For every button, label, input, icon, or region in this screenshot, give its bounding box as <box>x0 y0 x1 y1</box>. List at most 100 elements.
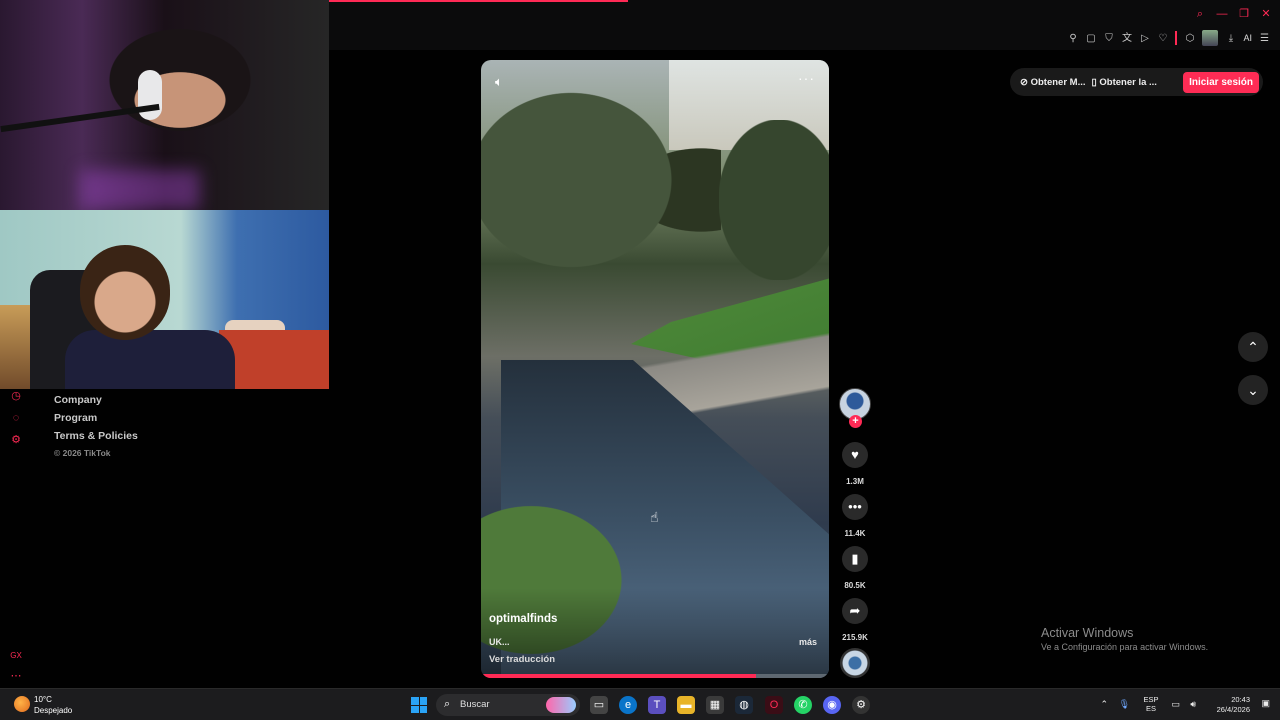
follow-plus-icon[interactable]: + <box>849 415 862 428</box>
download-icon[interactable]: ⤓ <box>1225 33 1236 44</box>
video-author[interactable]: optimalfinds <box>489 613 557 625</box>
screen: ⌕ — ❐ ✕ ⚲ ▢ ⛉ 文 ▷ ♡ ⬡ ⤓ AI ☰ ◷ ◌ ⚙ GX ⋯ … <box>0 0 1280 720</box>
more-icon[interactable]: ⋯ <box>10 670 22 682</box>
weather-icon[interactable] <box>14 696 30 712</box>
rgb-light <box>80 170 200 210</box>
language-indicator[interactable]: ESP ES <box>1140 695 1162 713</box>
search-placeholder: Buscar <box>460 699 490 710</box>
network-icon[interactable]: ▭ <box>1171 699 1180 710</box>
music-disc[interactable] <box>840 648 870 678</box>
volume-icon[interactable]: 🔈︎ <box>495 74 503 90</box>
video-trees-right <box>719 120 829 280</box>
task-view-icon[interactable]: ▭ <box>590 696 608 714</box>
search-highlight-image <box>546 697 576 713</box>
video-trees <box>481 60 721 310</box>
microphone-icon[interactable]: 🎙︎ <box>1119 699 1130 710</box>
like-heart-icon[interactable]: ♥ <box>842 442 868 468</box>
edge-icon[interactable]: e <box>619 696 637 714</box>
clock-icon[interactable]: ◷ <box>10 390 22 402</box>
pin-icon[interactable]: ⚲ <box>1067 33 1078 44</box>
mouse-cursor-icon: ☝︎ <box>650 509 659 525</box>
whatsapp-icon[interactable]: ✆ <box>794 696 812 714</box>
person-jacket <box>65 330 235 389</box>
clock-time: 20:43 <box>1231 695 1250 704</box>
heart-icon[interactable]: ♡ <box>1157 33 1168 44</box>
login-button[interactable]: Iniciar sesión <box>1183 71 1259 93</box>
restore-icon[interactable]: ❐ <box>1238 8 1250 20</box>
teams-icon[interactable]: T <box>648 696 666 714</box>
activation-title: Activar Windows <box>1041 626 1134 640</box>
start-button-icon[interactable] <box>411 697 427 713</box>
terms-link[interactable]: Terms & Policies <box>54 430 138 442</box>
bookmark-icon[interactable]: ▮ <box>842 546 868 572</box>
video-caption: UK... <box>489 637 510 647</box>
shield-icon[interactable]: ⛉ <box>1103 33 1114 44</box>
microphone-arm <box>0 103 160 133</box>
menu-icon[interactable]: ☰ <box>1259 33 1270 44</box>
windows-activation-watermark: Activar Windows Ve a Configuración para … <box>1041 626 1208 652</box>
file-explorer-icon[interactable]: ▬ <box>677 696 695 714</box>
translate-icon[interactable]: 文 <box>1121 33 1132 44</box>
search-icon: ⌕ <box>444 698 451 710</box>
opera-gx-icon[interactable]: O <box>765 696 783 714</box>
language-bottom: ES <box>1145 704 1156 713</box>
video-progress-bar[interactable] <box>481 674 829 678</box>
more-options-icon[interactable]: ··· <box>798 70 815 86</box>
bed <box>219 330 329 389</box>
get-desktop-button[interactable]: ▯ Obtener la ... <box>1092 77 1157 88</box>
clock[interactable]: 20:43 26/4/2026 <box>1202 695 1250 715</box>
caption-more-link[interactable]: más <box>799 637 817 647</box>
copyright-text: © 2026 TikTok <box>54 448 111 458</box>
activation-subtitle: Ve a Configuración para activar Windows. <box>1041 642 1209 652</box>
close-icon[interactable]: ✕ <box>1260 8 1272 20</box>
extension-icon[interactable]: ⬡ <box>1184 33 1195 44</box>
play-icon[interactable]: ▷ <box>1139 33 1150 44</box>
steam-icon[interactable]: ◍ <box>735 696 753 714</box>
settings-app-icon[interactable]: ⚙ <box>852 696 870 714</box>
minimize-icon[interactable]: — <box>1216 8 1228 20</box>
clock-date: 26/4/2026 <box>1216 705 1250 714</box>
video-progress-fill <box>481 674 756 678</box>
discord-icon[interactable]: ◉ <box>823 696 841 714</box>
like-count: 1.3M <box>846 477 864 486</box>
previous-video-button[interactable]: ⌃ <box>1238 332 1268 362</box>
webcam-streamer-bottom <box>0 210 329 389</box>
see-translation-link[interactable]: Ver traducción <box>489 654 555 665</box>
extensions-toolbar: ⚲ ▢ ⛉ 文 ▷ ♡ ⬡ ⤓ AI ☰ <box>1067 30 1270 46</box>
window-controls: ⌕ — ❐ ✕ <box>1194 8 1272 20</box>
header-actions: ⊘ Obtener M... ▯ Obtener la ... Iniciar … <box>1010 68 1263 96</box>
windows-taskbar: 10°C Despejado ⌕ Buscar ▭ e T ▬ ▦ ◍ O ✆ … <box>0 688 1280 720</box>
weather-temperature: 10°C <box>34 695 52 704</box>
profile-avatar[interactable] <box>1202 30 1219 46</box>
share-count: 215.9K <box>842 633 868 642</box>
comment-icon[interactable]: ••• <box>842 494 868 520</box>
store-icon[interactable]: ▦ <box>706 696 724 714</box>
language-top: ESP <box>1143 695 1159 704</box>
headphones <box>138 70 162 120</box>
crop-icon[interactable]: ▢ <box>1085 33 1096 44</box>
comment-count: 11.4K <box>844 529 866 538</box>
notification-icon[interactable]: ▣ <box>1261 698 1270 709</box>
ai-button[interactable]: AI <box>1243 33 1252 44</box>
share-icon[interactable]: ➦ <box>842 598 868 624</box>
volume-tray-icon[interactable]: 🔊︎ <box>1190 699 1196 710</box>
get-app-button[interactable]: ⊘ Obtener M... <box>1020 77 1086 88</box>
person-face <box>80 245 170 340</box>
program-link[interactable]: Program <box>54 412 138 424</box>
webcam-streamer-top <box>0 0 329 210</box>
search-icon[interactable]: ⌕ <box>1194 8 1206 20</box>
tray-chevron-icon[interactable]: ⌃ <box>1100 699 1108 710</box>
next-video-button[interactable]: ⌄ <box>1238 375 1268 405</box>
company-link[interactable]: Company <box>54 394 138 406</box>
left-sidebar-rail: ◷ ◌ ⚙ GX ⋯ <box>0 388 32 688</box>
footer-links: Company Program Terms & Policies © 2026 … <box>54 394 138 464</box>
settings-icon[interactable]: ⚙ <box>10 434 22 446</box>
save-count: 80.5K <box>844 581 866 590</box>
get-desktop-label: Obtener la ... <box>1099 76 1157 88</box>
gx-icon[interactable]: GX <box>10 650 22 662</box>
chat-icon[interactable]: ◌ <box>10 412 22 424</box>
weather-description: Despejado <box>34 706 73 715</box>
taskbar-search[interactable]: ⌕ Buscar <box>436 694 580 716</box>
get-app-label: Obtener M... <box>1030 76 1086 88</box>
video-player[interactable]: 🔈︎ ··· optimalfinds UK... más Ver traduc… <box>481 60 829 678</box>
